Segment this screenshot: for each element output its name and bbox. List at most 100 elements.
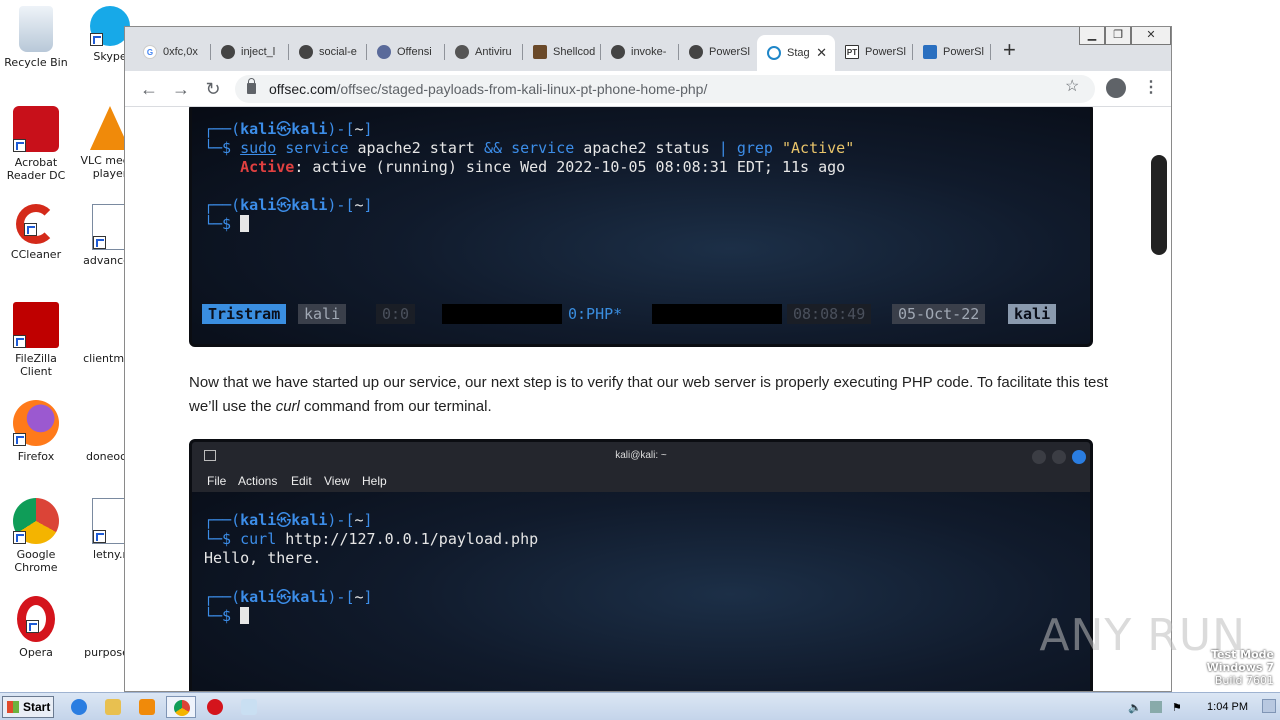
output-line-active: Active: active (running) since Wed 2022-…	[240, 158, 846, 176]
opera-icon	[17, 596, 55, 642]
desktop-icon-chrome[interactable]: Google Chrome	[0, 498, 74, 574]
github-icon	[689, 45, 703, 59]
command-line-2: └─$	[204, 607, 250, 626]
desktop-icon-recycle-bin[interactable]: Recycle Bin	[0, 6, 74, 69]
terminal-close-button[interactable]	[1072, 450, 1086, 464]
taskbar-notepad[interactable]	[234, 696, 264, 718]
desktop-icon-firefox[interactable]: Firefox	[0, 400, 74, 463]
terminal-screenshot-apache: ┌──(kali㉿kali)-[~] └─$ sudo service apac…	[189, 107, 1093, 347]
profile-avatar-icon[interactable]	[1106, 78, 1126, 98]
speaker-icon[interactable]: 🔈	[1128, 701, 1142, 714]
tab-1[interactable]: inject_l	[211, 39, 289, 65]
terminal-maximize-button[interactable]	[1052, 450, 1066, 464]
tmux-filler	[652, 304, 782, 324]
maximize-button[interactable]: ❐	[1105, 27, 1131, 45]
terminal-screenshot-curl: kali@kali: ~ File Actions Edit View Help…	[189, 439, 1093, 691]
page-scrollbar[interactable]	[1151, 155, 1167, 255]
back-button[interactable]: ←	[137, 77, 161, 101]
tab-5[interactable]: Shellcod	[523, 39, 601, 65]
close-tab-icon[interactable]: ✕	[816, 45, 827, 61]
document-icon	[92, 400, 128, 446]
terminal-menu-file[interactable]: File	[207, 474, 226, 488]
chrome-window: G 0xfc,0x inject_l social-e Offensi Antiv…	[124, 26, 1172, 692]
prompt-line-2: ┌──(kali㉿kali)-[~]	[204, 588, 373, 606]
new-tab-button[interactable]: +	[1003, 39, 1016, 61]
powershell-icon	[923, 45, 937, 59]
command-line-2: └─$	[204, 215, 250, 234]
show-desktop-button[interactable]	[1262, 699, 1276, 713]
tab-9[interactable]: PT PowerSl	[835, 39, 913, 65]
tab-2[interactable]: social-e	[289, 39, 367, 65]
network-icon[interactable]	[1150, 701, 1162, 713]
start-button[interactable]: Start	[2, 696, 54, 718]
taskbar-media-player[interactable]	[132, 696, 162, 718]
desktop-icon-opera[interactable]: Opera	[0, 596, 74, 659]
tab-7[interactable]: PowerSl	[679, 39, 757, 65]
word-document-icon	[92, 204, 128, 250]
globe-icon	[455, 45, 469, 59]
prompt-line-2: ┌──(kali㉿kali)-[~]	[204, 196, 373, 214]
cursor	[240, 607, 250, 624]
reload-button[interactable]: ↻	[201, 77, 225, 101]
tab-3[interactable]: Offensi	[367, 39, 445, 65]
tab-strip: G 0xfc,0x inject_l social-e Offensi Antiv…	[125, 27, 1171, 71]
forward-button[interactable]: →	[169, 77, 193, 101]
terminal-menubar: File Actions Edit View Help	[192, 470, 1090, 492]
desktop-icon-filezilla[interactable]: FileZilla Client	[0, 302, 74, 378]
taskbar-chrome[interactable]	[166, 696, 196, 718]
chrome-icon	[174, 700, 190, 716]
tab-8-active[interactable]: Stag ✕	[757, 35, 835, 71]
tab-0[interactable]: G 0xfc,0x	[133, 39, 211, 65]
minimize-button[interactable]: ▁	[1079, 27, 1105, 45]
internet-explorer-icon	[71, 699, 87, 715]
terminal-menu-edit[interactable]: Edit	[291, 474, 312, 488]
google-icon: G	[143, 45, 157, 59]
notepad-icon	[241, 699, 257, 715]
terminal-menu-view[interactable]: View	[324, 474, 350, 488]
close-window-button[interactable]: ✕	[1131, 27, 1171, 45]
taskbar-explorer[interactable]	[98, 696, 128, 718]
url-text[interactable]: offsec.com/offsec/staged-payloads-from-k…	[269, 75, 707, 103]
system-tray: 🔈 ⚑ 1:04 PM	[1120, 693, 1280, 720]
bookmark-star-icon[interactable]: ☆	[1065, 76, 1079, 96]
firefox-icon	[13, 400, 59, 446]
window-controls: ▁ ❐ ✕	[1079, 27, 1171, 45]
desktop-icon-ccleaner[interactable]: CCleaner	[0, 204, 74, 261]
document-icon	[92, 596, 128, 642]
tmux-session: Tristram	[202, 304, 287, 324]
acrobat-icon	[13, 106, 59, 152]
tab-4[interactable]: Antiviru	[445, 39, 523, 65]
page-content: ┌──(kali㉿kali)-[~] └─$ sudo service apac…	[125, 107, 1171, 691]
terminal-menu-help[interactable]: Help	[362, 474, 387, 488]
command-line-curl: └─$ curl http://127.0.0.1/payload.php	[204, 530, 539, 548]
lock-icon[interactable]	[247, 78, 256, 94]
prompt-line-1: ┌──(kali㉿kali)-[~]	[204, 120, 373, 138]
terminal-title: kali@kali: ~	[615, 450, 667, 461]
tmux-time: 08:08:49	[787, 304, 872, 324]
tab-10[interactable]: PowerSl	[913, 39, 991, 65]
taskbar-ie[interactable]	[64, 696, 94, 718]
clock[interactable]: 1:04 PM	[1207, 701, 1248, 713]
terminal-minimize-button[interactable]	[1032, 450, 1046, 464]
menu-kebab-icon[interactable]: ⋮	[1143, 77, 1159, 97]
flag-icon[interactable]: ⚑	[1172, 701, 1182, 714]
taskbar: Start 🔈 ⚑ 1:04 PM	[0, 692, 1280, 720]
desktop-icon-acrobat[interactable]: Acrobat Reader DC	[0, 106, 74, 182]
tmux-host: kali	[298, 304, 347, 324]
tmux-date: 05-Oct-22	[892, 304, 986, 324]
prompt-line-1: ┌──(kali㉿kali)-[~]	[204, 511, 373, 529]
address-bar[interactable]: offsec.com/offsec/staged-payloads-from-k…	[235, 75, 1095, 103]
filezilla-icon	[13, 302, 59, 348]
tmux-window-php: 0:PHP*	[568, 305, 623, 323]
taskbar-opera[interactable]	[200, 696, 230, 718]
offsec-icon	[377, 45, 391, 59]
folder-icon	[105, 699, 121, 715]
recycle-bin-icon	[19, 6, 53, 52]
shellcode-icon	[533, 45, 547, 59]
github-icon	[221, 45, 235, 59]
terminal-titlebar: kali@kali: ~	[192, 442, 1090, 470]
terminal-menu-actions[interactable]: Actions	[238, 474, 277, 488]
media-player-icon	[139, 699, 155, 715]
tab-6[interactable]: invoke-	[601, 39, 679, 65]
github-icon	[299, 45, 313, 59]
